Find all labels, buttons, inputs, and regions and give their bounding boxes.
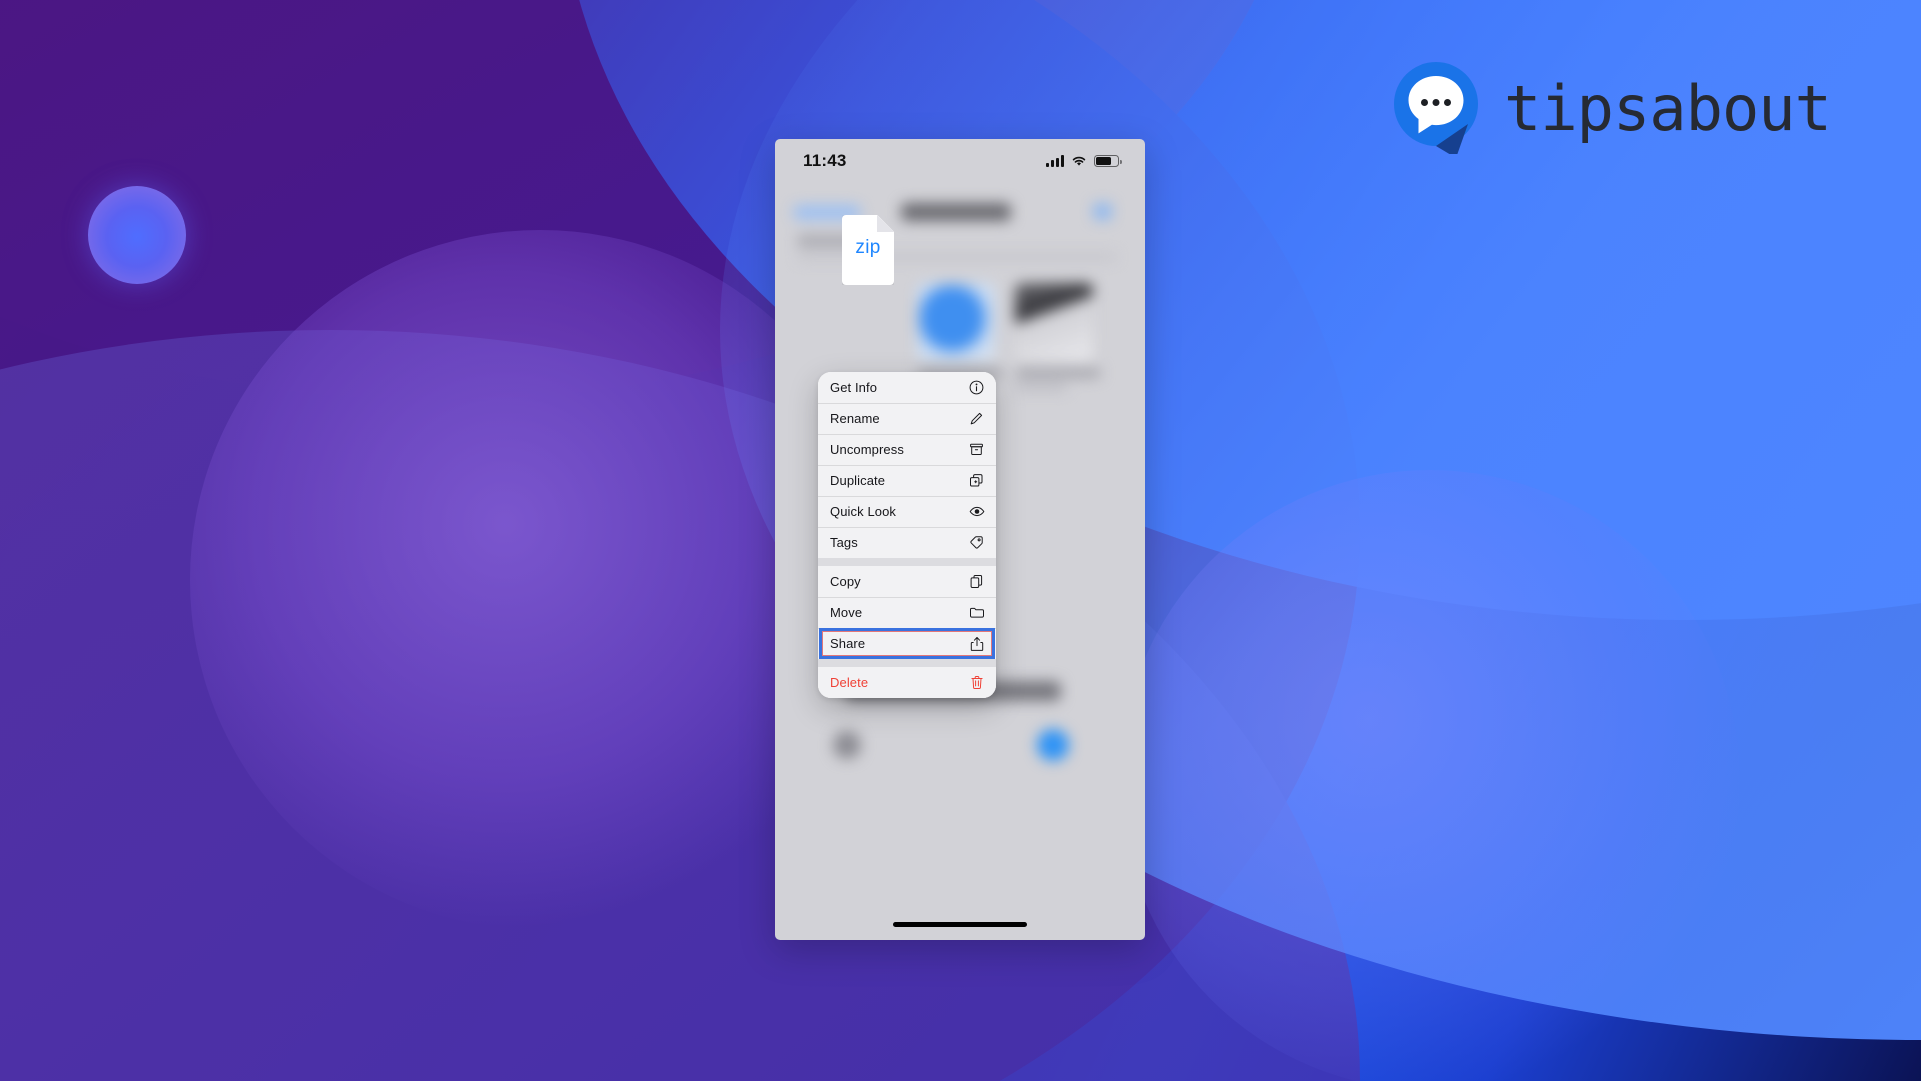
background-sphere xyxy=(88,186,186,284)
zip-extension-label: zip xyxy=(855,237,881,258)
menu-item-quick-look[interactable]: Quick Look xyxy=(818,496,996,527)
menu-item-rename[interactable]: Rename xyxy=(818,403,996,434)
file-caption-blurred xyxy=(1015,368,1101,378)
folder-icon xyxy=(968,604,985,621)
status-bar-time: 11:43 xyxy=(803,151,847,170)
menu-item-label: Delete xyxy=(830,675,869,690)
menu-item-label: Rename xyxy=(830,411,880,426)
wifi-icon xyxy=(1072,156,1086,166)
copy-documents-icon xyxy=(968,573,985,590)
brand-logo-text: tipsabout xyxy=(1504,71,1832,145)
eye-icon xyxy=(968,503,985,520)
menu-item-tags[interactable]: Tags xyxy=(818,527,996,558)
brand-logo: tipsabout xyxy=(1390,62,1832,158)
menu-item-copy[interactable]: Copy xyxy=(818,566,996,597)
menu-item-label: Uncompress xyxy=(830,442,904,457)
menu-item-label: Move xyxy=(830,605,863,620)
menu-item-share[interactable]: Share xyxy=(818,628,996,659)
speech-bubble-dots-icon xyxy=(1390,62,1482,158)
screenshot-stage: tipsabout 11:43 zip Get Info Rename Unco… xyxy=(0,0,1921,1081)
context-menu-group: Get Info Rename Uncompress Duplicate Qui… xyxy=(818,372,996,558)
file-grid-item-blurred xyxy=(1015,283,1101,391)
menu-item-get-info[interactable]: Get Info xyxy=(818,372,996,403)
menu-group-separator xyxy=(818,558,996,566)
context-menu-group: Copy Move Share xyxy=(818,566,996,659)
background-glow-lavender xyxy=(1120,470,1740,1081)
menu-item-uncompress[interactable]: Uncompress xyxy=(818,434,996,465)
context-menu: Get Info Rename Uncompress Duplicate Qui… xyxy=(818,372,996,698)
info-circle-icon xyxy=(968,379,985,396)
battery-icon xyxy=(1094,154,1122,168)
menu-item-label: Get Info xyxy=(830,380,878,395)
file-thumbnail-blurred xyxy=(1015,283,1093,361)
home-indicator-bar xyxy=(893,922,1027,927)
pencil-icon xyxy=(968,410,985,427)
nav-action-icon-blurred xyxy=(1093,203,1112,220)
trash-icon xyxy=(968,674,985,691)
menu-item-label: Share xyxy=(830,636,866,651)
menu-item-duplicate[interactable]: Duplicate xyxy=(818,465,996,496)
menu-item-label: Tags xyxy=(830,535,858,550)
duplicate-icon xyxy=(968,472,985,489)
bottom-toolbar-icon-left-blurred xyxy=(833,731,861,759)
menu-item-label: Duplicate xyxy=(830,473,886,488)
menu-group-separator xyxy=(818,659,996,667)
menu-item-label: Quick Look xyxy=(830,504,897,519)
menu-item-move[interactable]: Move xyxy=(818,597,996,628)
menu-item-label: Copy xyxy=(830,574,861,589)
tag-icon xyxy=(968,534,985,551)
context-menu-group: Delete xyxy=(818,667,996,698)
nav-title-blurred xyxy=(901,203,1011,221)
file-subcaption-blurred xyxy=(1015,383,1067,391)
iphone-screen: 11:43 zip Get Info Rename Uncompress Dup… xyxy=(775,139,1145,940)
file-thumbnail-blurred xyxy=(917,283,995,361)
cellular-signal-icon xyxy=(1046,155,1064,167)
status-bar-icons xyxy=(1046,154,1122,168)
archive-box-icon xyxy=(968,441,985,458)
status-bar: 11:43 xyxy=(775,139,1145,183)
share-arrow-icon xyxy=(968,635,985,652)
bottom-toolbar-icon-right-blurred xyxy=(1037,729,1069,761)
menu-item-delete[interactable]: Delete xyxy=(818,667,996,698)
zip-file-icon[interactable]: zip xyxy=(842,215,894,285)
